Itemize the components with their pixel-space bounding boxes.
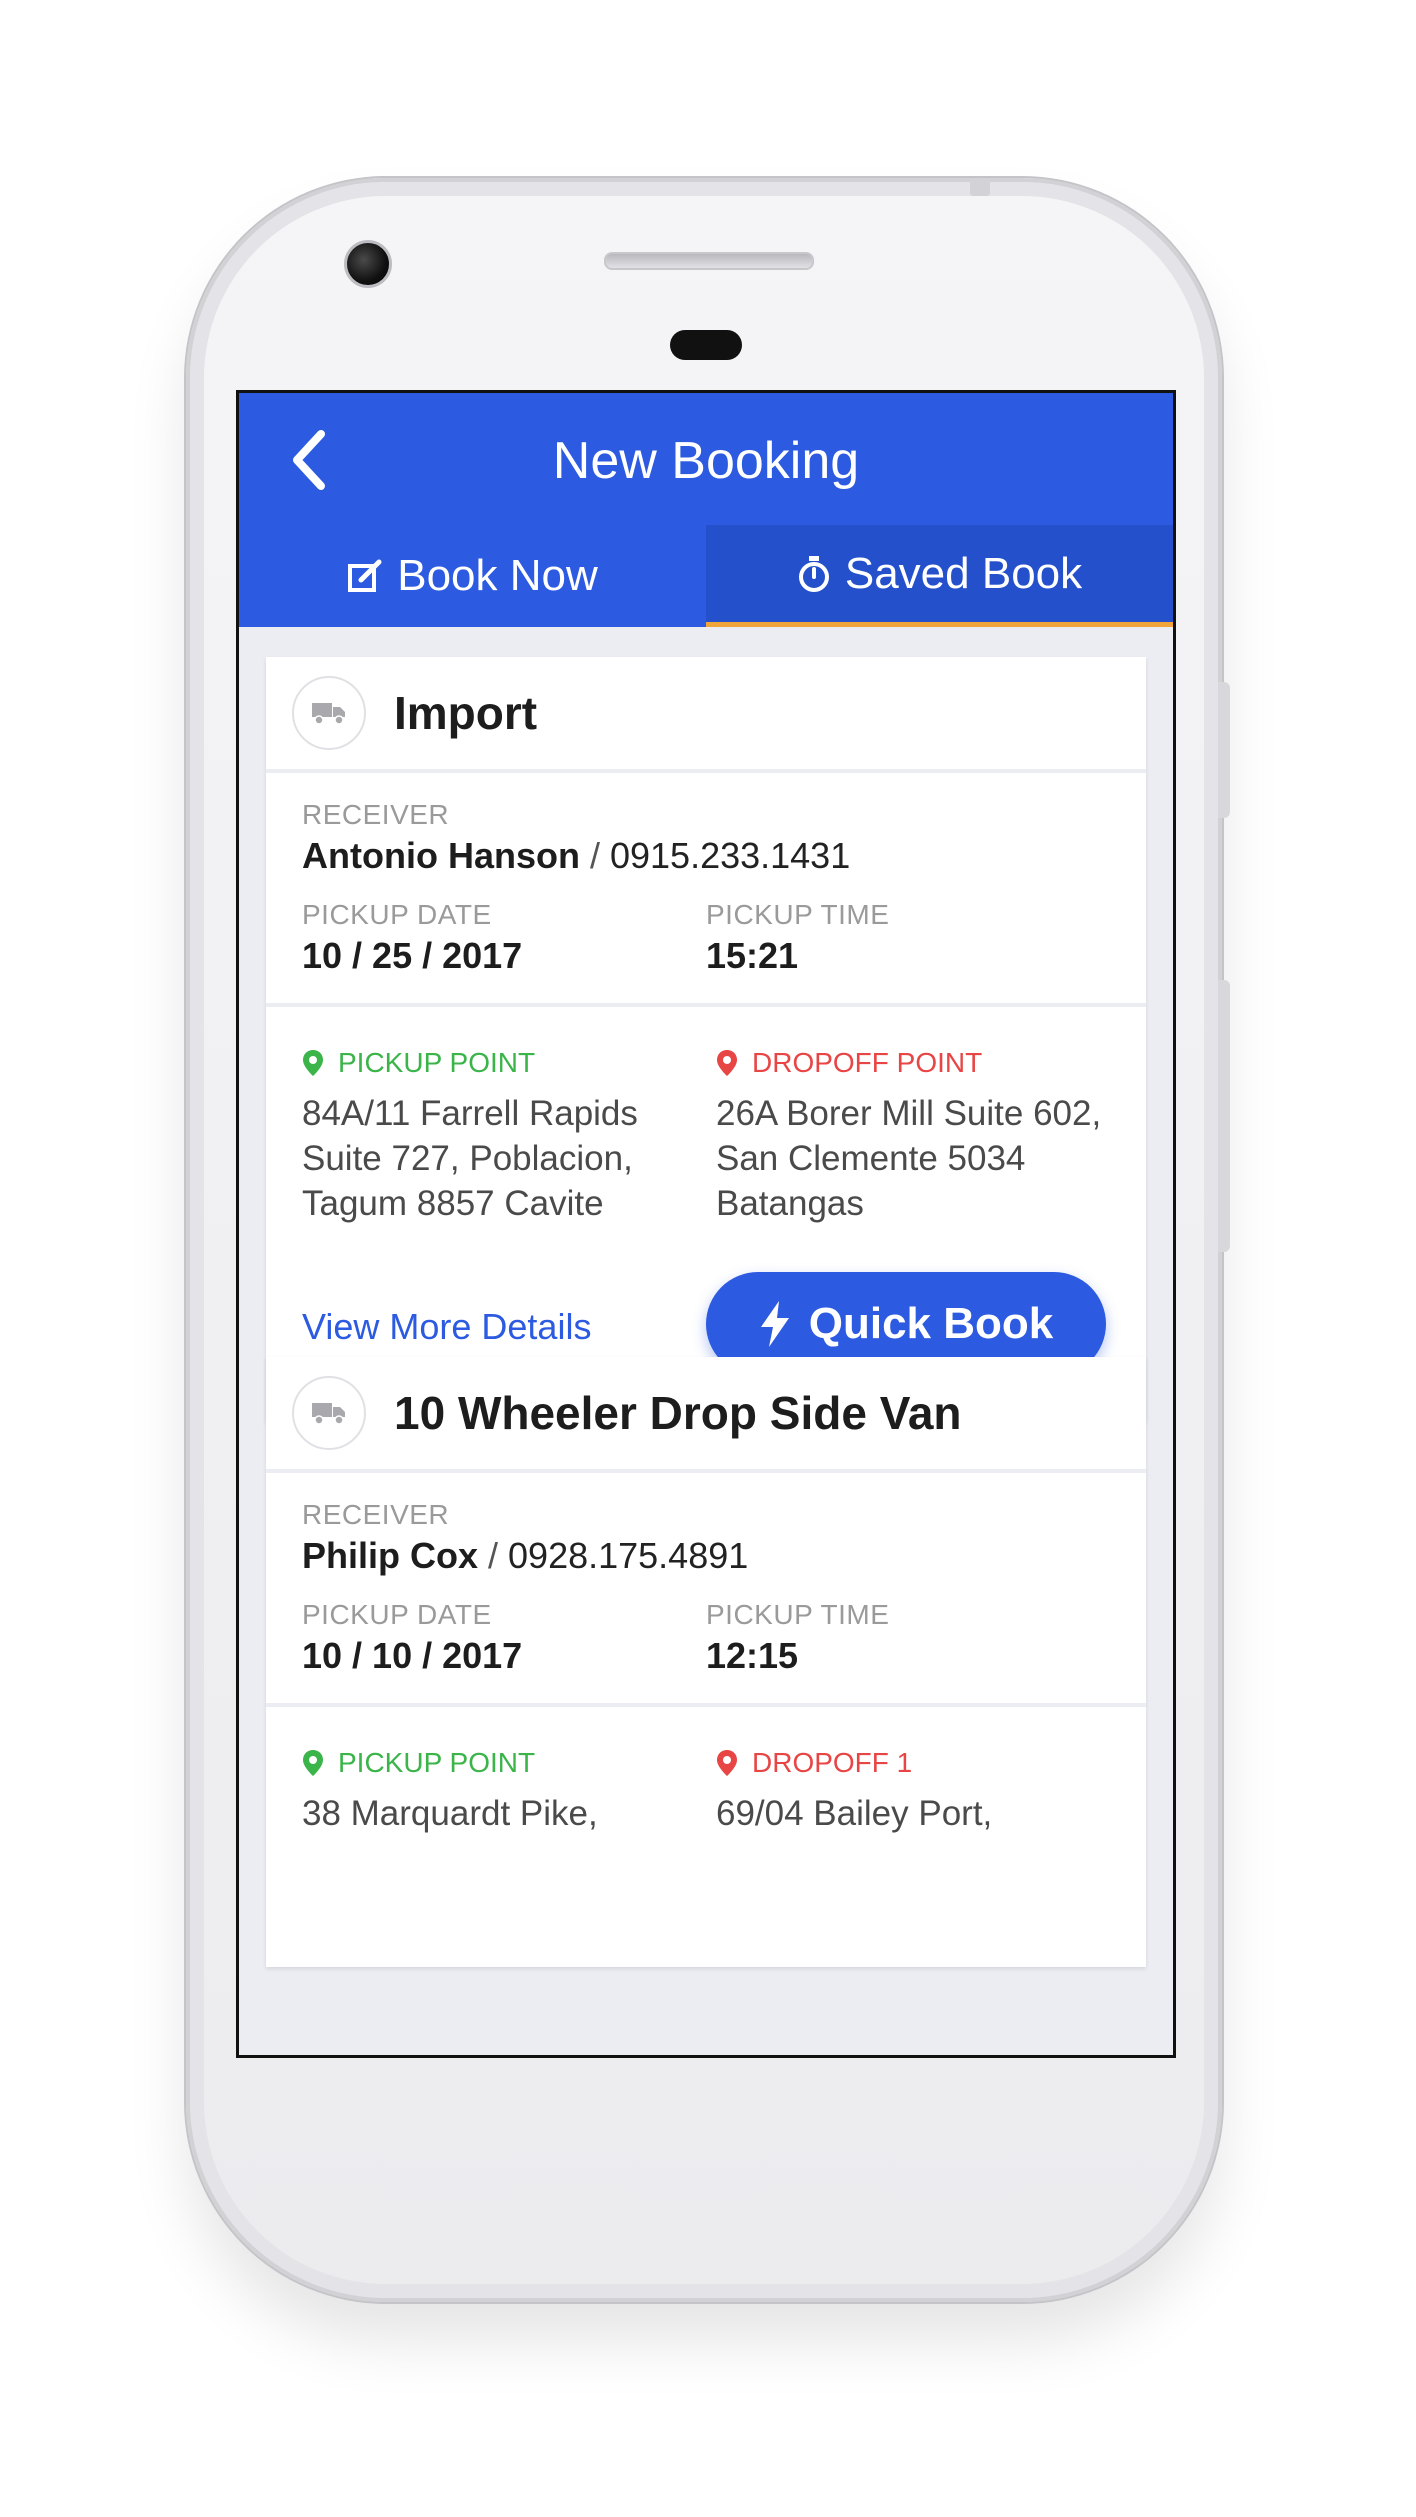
pickup-time-label: PICKUP TIME (706, 899, 890, 930)
vehicle-title: Import (394, 687, 538, 739)
pickup-point-heading: PICKUP POINT (302, 1047, 696, 1079)
pickup-address: 38 Marquardt Pike, (302, 1794, 598, 1833)
map-pin-icon (717, 1050, 737, 1076)
receiver-phone: 0915.233.1431 (609, 835, 851, 876)
pickup-point-heading: PICKUP POINT (302, 1747, 696, 1779)
tab-book-now-label: Book Now (397, 551, 598, 600)
map-pin-icon (303, 1750, 323, 1776)
receiver-phone: 0928.175.4891 (508, 1535, 749, 1576)
pickup-schedule: PICKUP DATE 10 / 10 / 2017 PICKUP TIME 1… (302, 1599, 1110, 1677)
receiver-name: Antonio Hanson (302, 835, 580, 876)
proximity-sensor (670, 330, 742, 360)
map-pin-icon (717, 1750, 737, 1776)
app-bar: New Booking (239, 393, 1173, 529)
route-section: PICKUP POINT 38 Marquardt Pike, DROPOFF … (266, 1707, 1146, 1967)
receiver-info: Antonio Hanson / 0915.233.1431 (302, 835, 1110, 877)
tab-saved-book-label: Saved Book (844, 548, 1083, 598)
receiver-section: RECEIVER Antonio Hanson / 0915.233.1431 … (266, 773, 1146, 1007)
pickup-date-label: PICKUP DATE (302, 1599, 492, 1630)
dropoff-address: 26A Borer Mill Suite 602, San Clemente 5… (716, 1094, 1102, 1223)
volume-button (1218, 980, 1230, 1252)
map-pin-icon (303, 1050, 323, 1076)
view-more-details-link[interactable]: View More Details (302, 1306, 591, 1348)
dropoff-point-label: DROPOFF 1 (752, 1747, 913, 1778)
pickup-date: 10 / 25 / 2017 (302, 935, 523, 976)
receiver-name: Philip Cox (302, 1535, 479, 1576)
truck-icon (312, 1403, 345, 1425)
pickup-address: 84A/11 Farrell Rapids Suite 727, Poblaci… (302, 1094, 638, 1223)
pickup-date: 10 / 10 / 2017 (302, 1635, 523, 1676)
vehicle-title: 10 Wheeler Drop Side Van (394, 1387, 962, 1439)
lightning-icon (760, 1301, 789, 1347)
vehicle-avatar (292, 1376, 366, 1450)
booking-card: 10 Wheeler Drop Side Van RECEIVER Philip… (266, 1357, 1146, 1967)
tab-book-now[interactable]: Book Now (239, 525, 706, 627)
dropoff-point-heading: DROPOFF POINT (716, 1047, 1110, 1079)
pickup-point-label: PICKUP POINT (338, 1047, 536, 1078)
receiver-separator: / (478, 1535, 509, 1576)
pickup-point-label: PICKUP POINT (338, 1747, 536, 1778)
app-screen: New Booking Book Now Saved Book Import R… (236, 390, 1176, 2058)
receiver-label: RECEIVER (302, 1499, 450, 1530)
tab-saved-book[interactable]: Saved Book (706, 525, 1173, 627)
dropoff-address: 69/04 Bailey Port, (716, 1794, 993, 1833)
card-header: 10 Wheeler Drop Side Van (266, 1357, 1146, 1473)
card-header: Import (266, 657, 1146, 773)
route-points: PICKUP POINT 84A/11 Farrell Rapids Suite… (302, 1047, 1110, 1226)
side-button (1218, 682, 1230, 818)
pickup-time-label: PICKUP TIME (706, 1599, 890, 1630)
vehicle-avatar (292, 676, 366, 750)
pickup-date-label: PICKUP DATE (302, 899, 492, 930)
pickup-time: 12:15 (706, 1635, 799, 1676)
stopwatch-icon (798, 555, 829, 592)
booking-card: Import RECEIVER Antonio Hanson / 0915.23… (266, 657, 1146, 1422)
edit-icon (348, 559, 382, 592)
front-camera (344, 240, 392, 288)
power-button (970, 178, 990, 196)
receiver-info: Philip Cox / 0928.175.4891 (302, 1535, 1110, 1577)
quick-book-label: Quick Book (808, 1299, 1054, 1348)
route-section: PICKUP POINT 84A/11 Farrell Rapids Suite… (266, 1007, 1146, 1226)
route-points: PICKUP POINT 38 Marquardt Pike, DROPOFF … (302, 1747, 1110, 1836)
dropoff-point-heading: DROPOFF 1 (716, 1747, 1110, 1779)
earpiece-speaker (604, 252, 814, 270)
page-title: New Booking (552, 432, 860, 490)
receiver-separator: / (579, 835, 610, 876)
tab-bar: Book Now Saved Book (239, 525, 1173, 627)
receiver-section: RECEIVER Philip Cox / 0928.175.4891 PICK… (266, 1473, 1146, 1707)
receiver-label: RECEIVER (302, 799, 450, 830)
pickup-time: 15:21 (706, 935, 799, 976)
truck-icon (312, 703, 345, 725)
pickup-schedule: PICKUP DATE 10 / 25 / 2017 PICKUP TIME 1… (302, 899, 1110, 977)
dropoff-point-label: DROPOFF POINT (752, 1047, 983, 1078)
